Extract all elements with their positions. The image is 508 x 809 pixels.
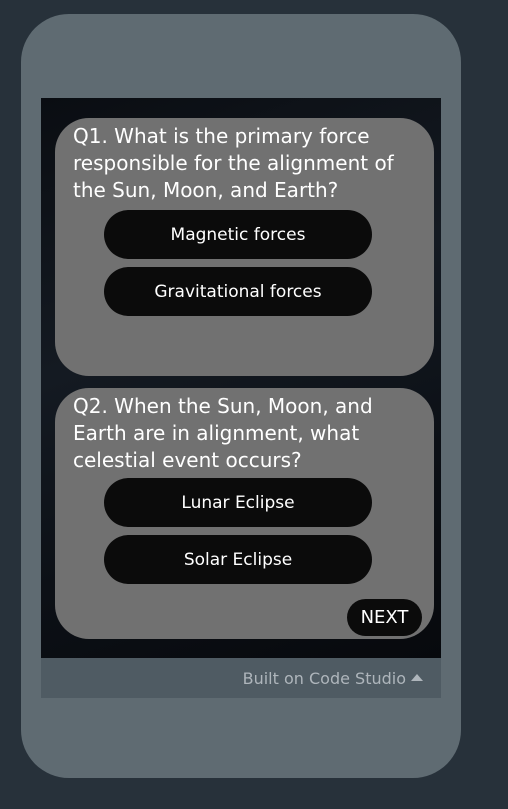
next-button[interactable]: NEXT: [347, 599, 422, 636]
code-studio-footer: Built on Code Studio: [41, 658, 441, 698]
built-on-code-studio-link[interactable]: Built on Code Studio: [243, 669, 423, 688]
question-card-2: Q2. When the Sun, Moon, and Earth are in…: [55, 388, 434, 639]
caret-up-icon: [411, 674, 423, 681]
answer-button-lunar-eclipse[interactable]: Lunar Eclipse: [104, 478, 372, 527]
answer-button-gravitational-forces[interactable]: Gravitational forces: [104, 267, 372, 316]
answer-button-magnetic-forces[interactable]: Magnetic forces: [104, 210, 372, 259]
question-card-1: Q1. What is the primary force responsibl…: [55, 118, 434, 376]
question-text-1: Q1. What is the primary force responsibl…: [73, 124, 394, 202]
app-screen: Q1. What is the primary force responsibl…: [41, 98, 441, 658]
footer-label: Built on Code Studio: [242, 669, 406, 688]
answer-button-solar-eclipse[interactable]: Solar Eclipse: [104, 535, 372, 584]
question-text-2: Q2. When the Sun, Moon, and Earth are in…: [73, 394, 373, 472]
